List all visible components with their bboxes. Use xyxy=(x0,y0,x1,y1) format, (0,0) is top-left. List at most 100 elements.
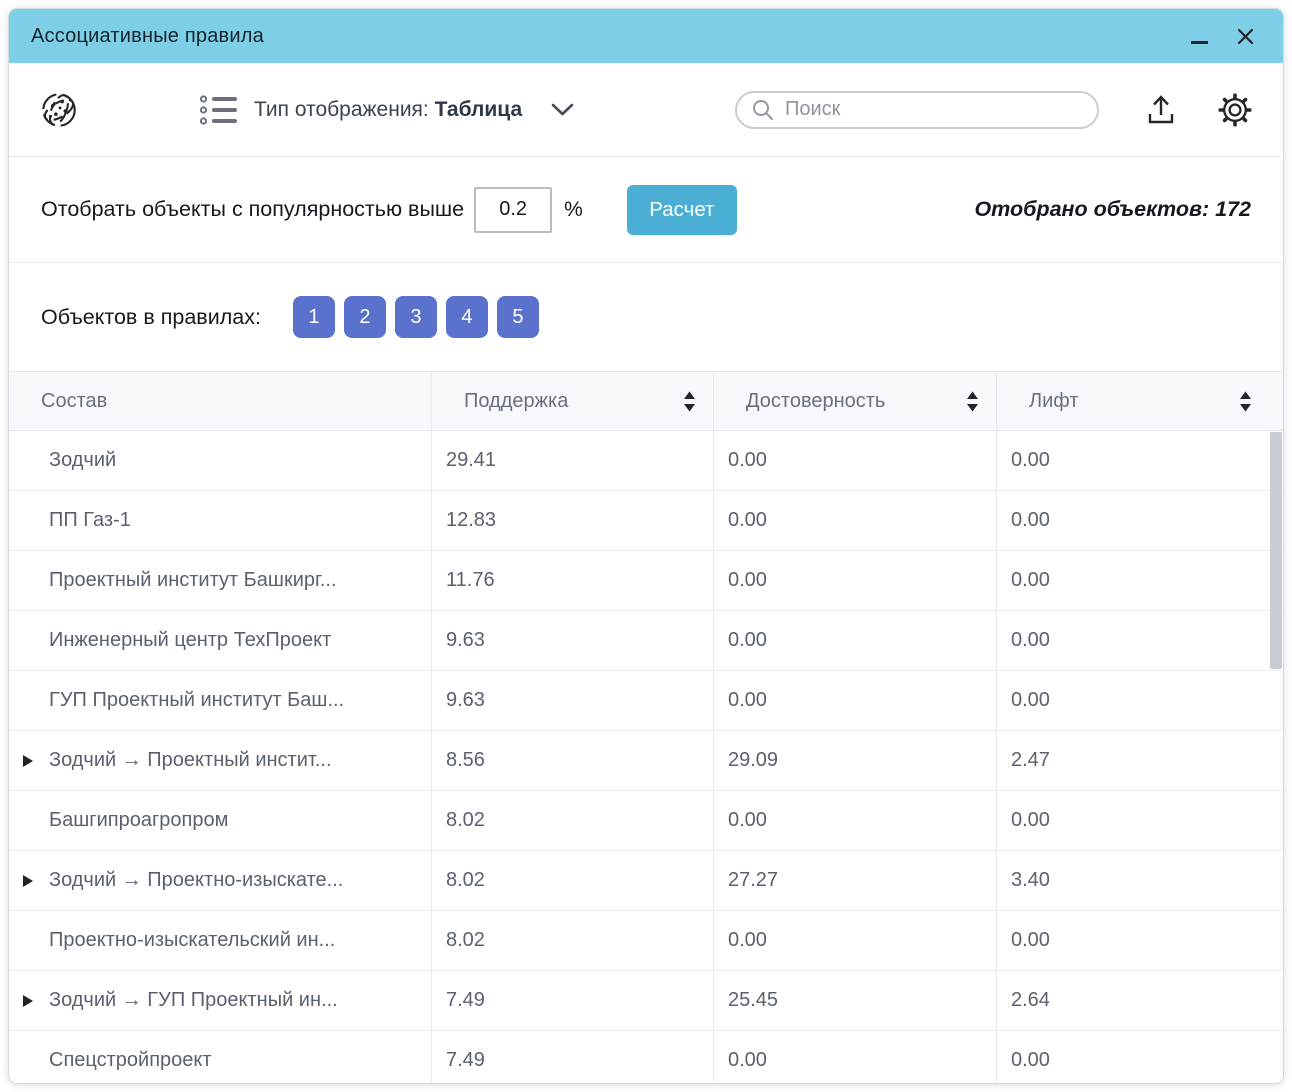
table-row[interactable]: Спецстройпроект 7.49 0.00 0.00 xyxy=(9,1031,1283,1084)
expand-arrow-icon[interactable] xyxy=(23,995,33,1007)
rule-size-button-4[interactable]: 4 xyxy=(446,296,488,338)
table-row[interactable]: Зодчий → Проектный инстит... 8.56 29.09 … xyxy=(9,731,1283,791)
gear-icon[interactable] xyxy=(1217,92,1253,128)
table-header: Состав Поддержка Достоверность Лифт xyxy=(9,371,1283,431)
titlebar: Ассоциативные правила xyxy=(9,9,1283,63)
support-value: 8.02 xyxy=(431,791,713,850)
search-box xyxy=(735,91,1099,129)
app-window: Ассоциативные правила xyxy=(8,8,1284,1084)
lift-value: 2.47 xyxy=(996,731,1283,790)
table-row[interactable]: Проектно-изыскательский ин... 8.02 0.00 … xyxy=(9,911,1283,971)
rule-size-button-3[interactable]: 3 xyxy=(395,296,437,338)
search-input[interactable] xyxy=(785,98,1083,121)
lift-value: 0.00 xyxy=(996,431,1283,490)
column-header-podderzhka[interactable]: Поддержка xyxy=(431,372,713,430)
confidence-value: 27.27 xyxy=(713,851,996,910)
lift-value: 0.00 xyxy=(996,911,1283,970)
rules-table: Состав Поддержка Достоверность Лифт xyxy=(9,371,1283,1084)
table-row[interactable]: Зодчий 29.41 0.00 0.00 xyxy=(9,431,1283,491)
lift-value: 0.00 xyxy=(996,611,1283,670)
table-row[interactable]: ПП Газ-1 12.83 0.00 0.00 xyxy=(9,491,1283,551)
support-value: 8.02 xyxy=(431,851,713,910)
lift-value: 0.00 xyxy=(996,551,1283,610)
rule-name: ПП Газ-1 xyxy=(49,509,131,532)
column-header-sostav[interactable]: Состав xyxy=(9,372,431,430)
lift-value: 0.00 xyxy=(996,671,1283,730)
support-value: 7.49 xyxy=(431,1031,713,1084)
confidence-value: 25.45 xyxy=(713,971,996,1030)
support-value: 8.56 xyxy=(431,731,713,790)
rule-name: Башгипроагропром xyxy=(49,809,228,832)
confidence-value: 29.09 xyxy=(713,731,996,790)
filter-row: Отобрать объекты с популярностью выше % … xyxy=(9,157,1283,263)
confidence-value: 0.00 xyxy=(713,551,996,610)
sort-icon[interactable] xyxy=(965,389,980,414)
support-value: 29.41 xyxy=(431,431,713,490)
sort-icon[interactable] xyxy=(1238,389,1253,414)
window-controls xyxy=(1191,27,1255,46)
rule-size-button-1[interactable]: 1 xyxy=(293,296,335,338)
selected-count: Отобрано объектов: 172 xyxy=(974,197,1251,222)
minimize-icon[interactable] xyxy=(1191,41,1208,44)
table-row[interactable]: Проектный институт Башкирг... 11.76 0.00… xyxy=(9,551,1283,611)
lift-value: 0.00 xyxy=(996,491,1283,550)
list-icon xyxy=(199,92,239,128)
rule-name: Зодчий xyxy=(49,449,116,472)
expand-arrow-icon[interactable] xyxy=(23,755,33,767)
support-value: 9.63 xyxy=(431,671,713,730)
scrollbar-thumb[interactable] xyxy=(1270,432,1282,669)
rule-name: Зодчий → Проектный инстит... xyxy=(49,749,332,772)
table-row[interactable]: Инженерный центр ТехПроект 9.63 0.00 0.0… xyxy=(9,611,1283,671)
percent-label: % xyxy=(564,198,583,222)
lift-value: 0.00 xyxy=(996,791,1283,850)
rule-name: Проектно-изыскательский ин... xyxy=(49,929,335,952)
table-row[interactable]: Зодчий → Проектно-изыскате... 8.02 27.27… xyxy=(9,851,1283,911)
confidence-value: 0.00 xyxy=(713,1031,996,1084)
expand-arrow-icon[interactable] xyxy=(23,875,33,887)
column-header-dostovernost[interactable]: Достоверность xyxy=(713,372,996,430)
table-row[interactable]: Башгипроагропром 8.02 0.00 0.00 xyxy=(9,791,1283,851)
upload-icon[interactable] xyxy=(1145,93,1177,127)
filter-label: Отобрать объекты с популярностью выше xyxy=(41,197,464,222)
support-value: 7.49 xyxy=(431,971,713,1030)
rule-name: Спецстройпроект xyxy=(49,1049,212,1072)
confidence-value: 0.00 xyxy=(713,791,996,850)
globe-network-icon xyxy=(37,88,81,132)
rule-size-button-2[interactable]: 2 xyxy=(344,296,386,338)
lift-value: 2.64 xyxy=(996,971,1283,1030)
confidence-value: 0.00 xyxy=(713,491,996,550)
rule-name: Зодчий → ГУП Проектный ин... xyxy=(49,989,338,1012)
close-icon[interactable] xyxy=(1236,27,1255,46)
sort-icon[interactable] xyxy=(682,389,697,414)
confidence-value: 0.00 xyxy=(713,911,996,970)
support-value: 11.76 xyxy=(431,551,713,610)
table-body: Зодчий 29.41 0.00 0.00 ПП Газ-1 12.83 0.… xyxy=(9,431,1283,1084)
chevron-down-icon xyxy=(551,102,574,117)
threshold-input[interactable] xyxy=(474,187,552,233)
confidence-value: 0.00 xyxy=(713,671,996,730)
rule-name: Проектный институт Башкирг... xyxy=(49,569,337,592)
window-title: Ассоциативные правила xyxy=(31,25,264,48)
calc-button[interactable]: Расчет xyxy=(627,185,737,235)
rule-name: ГУП Проектный институт Баш... xyxy=(49,689,344,712)
support-value: 12.83 xyxy=(431,491,713,550)
confidence-value: 0.00 xyxy=(713,611,996,670)
rule-size-label: Объектов в правилах: xyxy=(41,305,261,330)
rule-name: Зодчий → Проектно-изыскате... xyxy=(49,869,343,892)
support-value: 9.63 xyxy=(431,611,713,670)
lift-value: 3.40 xyxy=(996,851,1283,910)
table-row[interactable]: ГУП Проектный институт Баш... 9.63 0.00 … xyxy=(9,671,1283,731)
view-type-dropdown[interactable]: Тип отображения: Таблица xyxy=(199,92,574,128)
rule-size-buttons: 1 2 3 4 5 xyxy=(293,296,539,338)
column-header-lift[interactable]: Лифт xyxy=(996,372,1283,430)
view-type-label: Тип отображения: Таблица xyxy=(254,98,522,122)
rule-size-button-5[interactable]: 5 xyxy=(497,296,539,338)
rule-name: Инженерный центр ТехПроект xyxy=(49,629,331,652)
lift-value: 0.00 xyxy=(996,1031,1283,1084)
rule-size-row: Объектов в правилах: 1 2 3 4 5 xyxy=(9,263,1283,371)
search-icon xyxy=(751,98,775,122)
table-row[interactable]: Зодчий → ГУП Проектный ин... 7.49 25.45 … xyxy=(9,971,1283,1031)
view-type-value: Таблица xyxy=(435,98,523,121)
toolbar: Тип отображения: Таблица xyxy=(9,63,1283,157)
confidence-value: 0.00 xyxy=(713,431,996,490)
